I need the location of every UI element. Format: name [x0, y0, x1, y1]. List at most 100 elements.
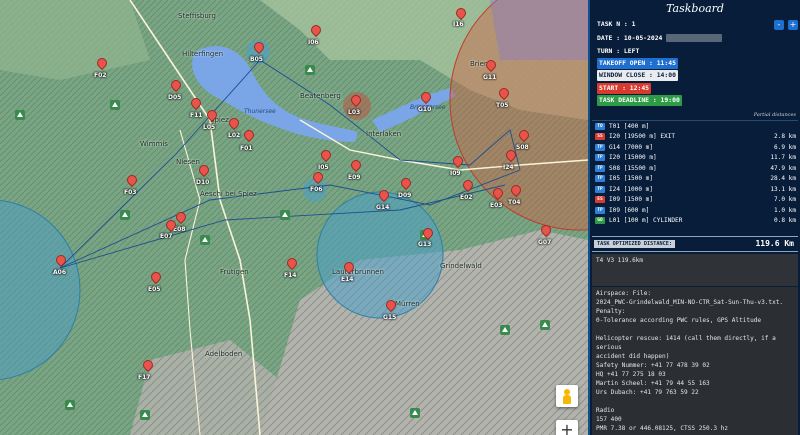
place-label: Adelboden: [205, 350, 243, 358]
waypoint-marker[interactable]: [55, 255, 65, 269]
turnpoint-description: I20 [15000 m]: [609, 154, 657, 162]
waypoint-label: T05: [496, 102, 509, 109]
waypoint-label: B05: [250, 56, 263, 63]
waypoint-label: D09: [398, 192, 412, 199]
minus-button[interactable]: -: [774, 20, 784, 30]
turnpoint-row: ES I09 [1500 m] 7.0 km: [592, 195, 798, 206]
turnpoint-row: GO L01 [100 m] CYLINDER 0.8 km: [592, 216, 798, 227]
airspace-file: 2024_PWC-Grindelwald_MIN-NO-CTR_Sat-Sun-…: [596, 299, 784, 306]
waypoint-marker[interactable]: [462, 180, 472, 194]
waypoint-marker[interactable]: [286, 258, 296, 272]
waypoint-marker[interactable]: [343, 262, 353, 276]
waypoint-marker[interactable]: [126, 175, 136, 189]
waypoint-marker[interactable]: [400, 178, 410, 192]
turnpoint-row: TO T01 [400 m]: [592, 121, 798, 132]
task-deadline: TASK DEADLINE : 19:00: [597, 95, 682, 106]
waypoint-marker[interactable]: [420, 92, 430, 106]
waypoint-label: F17: [138, 374, 151, 381]
place-label: Aeschi bei Spiez: [200, 190, 257, 198]
waypoint-marker[interactable]: [170, 80, 180, 94]
waypoint-label: E05: [148, 286, 161, 293]
turnpoint-row: TP I05 [1500 m] 28.4 km: [592, 174, 798, 185]
divider: [592, 251, 798, 252]
takeoff-icon[interactable]: [15, 110, 25, 120]
turnpoint-distance: 1.0 km: [773, 206, 796, 214]
takeoff-icon[interactable]: [110, 100, 120, 110]
waypoint-label: D10: [196, 179, 210, 186]
lake-label: Thunersee: [244, 108, 276, 115]
turnpoint-type-badge: TP: [595, 143, 605, 151]
turnpoint-description: I20 [19500 m] EXIT: [609, 133, 676, 141]
safety-number: Safety Nummer: +41 77 478 39 02: [596, 362, 710, 369]
waypoint-marker[interactable]: [165, 220, 175, 234]
waypoint-marker[interactable]: [452, 156, 462, 170]
turnpoint-type-badge: TP: [595, 206, 605, 214]
radio-frequency: 157 400: [596, 416, 622, 423]
zoom-in-button[interactable]: +: [556, 420, 578, 435]
place-label: Mürren: [395, 300, 420, 308]
turnpoint-distance: 28.4 km: [770, 175, 796, 183]
turnpoint-row: TP I20 [15000 m] 11.7 km: [592, 153, 798, 164]
airspace-label: Airspace: File:: [596, 290, 652, 297]
takeoff-icon[interactable]: [305, 65, 315, 75]
turnpoint-row: TP G14 [7000 m] 6.9 km: [592, 142, 798, 153]
waypoint-marker[interactable]: [175, 212, 185, 226]
place-label: Niesen: [176, 158, 200, 166]
waypoint-label: G15: [383, 314, 397, 321]
waypoint-marker[interactable]: [498, 88, 508, 102]
takeoff-icon[interactable]: [65, 400, 75, 410]
waypoint-marker[interactable]: [455, 8, 465, 22]
radio-label: Radio: [596, 407, 615, 414]
waypoint-marker[interactable]: [350, 160, 360, 174]
waypoint-label: E03: [490, 202, 503, 209]
waypoint-label: D05: [168, 94, 182, 101]
waypoint-marker[interactable]: [96, 58, 106, 72]
helicopter-rescue-line-2: accident did happen): [596, 353, 670, 360]
start-time: START : 12:45: [597, 83, 652, 94]
waypoint-marker[interactable]: [228, 118, 238, 132]
waypoint-label: E02: [460, 194, 473, 201]
waypoint-label: G10: [418, 106, 432, 113]
waypoint-marker[interactable]: [243, 130, 253, 144]
takeoff-icon[interactable]: [200, 235, 210, 245]
waypoint-marker[interactable]: [422, 228, 432, 242]
plus-button[interactable]: +: [788, 20, 798, 30]
waypoint-marker[interactable]: [510, 185, 520, 199]
waypoint-marker[interactable]: [190, 98, 200, 112]
takeoff-icon[interactable]: [500, 325, 510, 335]
waypoint-marker[interactable]: [518, 130, 528, 144]
waypoint-marker[interactable]: [485, 60, 495, 74]
turnpoint-distance: 11.7 km: [770, 154, 796, 162]
waypoint-marker[interactable]: [492, 188, 502, 202]
turnpoint-description: S08 [15500 m]: [609, 164, 657, 172]
takeoff-icon[interactable]: [540, 320, 550, 330]
waypoint-marker[interactable]: [310, 25, 320, 39]
waypoint-marker[interactable]: [150, 272, 160, 286]
task-map[interactable]: Steffisburg Hilterfingen Wimmis Spiez Ae…: [0, 0, 588, 435]
takeoff-icon[interactable]: [120, 210, 130, 220]
place-label: Lauterbrunnen: [332, 268, 384, 276]
optimized-distance-value: 119.6 Km: [755, 239, 794, 248]
waypoint-marker[interactable]: [198, 165, 208, 179]
waypoint-marker[interactable]: [385, 300, 395, 314]
waypoint-marker[interactable]: [505, 150, 515, 164]
takeoff-icon[interactable]: [280, 210, 290, 220]
taskboard-panel: Taskboard TASK N : 1 - + DATE : 10-05-20…: [588, 0, 800, 435]
waypoint-marker[interactable]: [206, 110, 216, 124]
waypoint-label: L05: [203, 124, 216, 131]
waypoint-marker[interactable]: [253, 42, 263, 56]
waypoint-marker[interactable]: [142, 360, 152, 374]
turnpoint-description: I05 [1500 m]: [609, 175, 654, 183]
waypoint-marker[interactable]: [540, 225, 550, 239]
waypoint-marker[interactable]: [312, 172, 322, 186]
takeoff-icon[interactable]: [140, 410, 150, 420]
turnpoint-distance: 7.0 km: [773, 196, 796, 204]
turnpoint-description: G14 [7000 m]: [609, 143, 654, 151]
waypoint-label: E07: [160, 233, 173, 240]
waypoint-marker[interactable]: [378, 190, 388, 204]
waypoint-marker[interactable]: [320, 150, 330, 164]
street-view-pegman-icon[interactable]: [556, 385, 578, 407]
waypoint-marker[interactable]: [350, 95, 360, 109]
takeoff-icon[interactable]: [410, 408, 420, 418]
